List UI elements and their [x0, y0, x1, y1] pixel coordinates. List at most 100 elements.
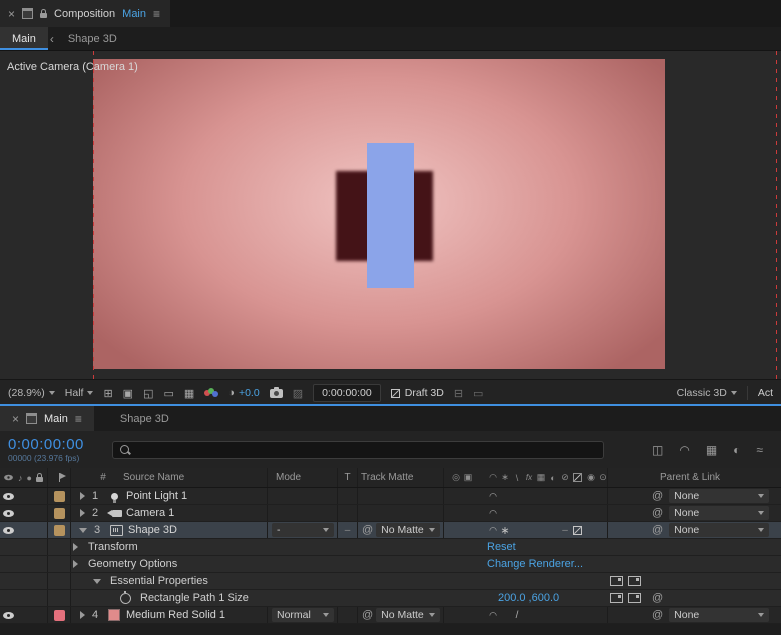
composition-canvas[interactable]	[93, 59, 665, 369]
pickwhip-icon[interactable]	[652, 524, 663, 536]
viewer-tab-main[interactable]: Main	[0, 27, 48, 50]
timecode-field[interactable]: 0:00:00:00	[313, 384, 381, 402]
resolution-dropdown[interactable]: Half	[65, 387, 94, 399]
lock-icon[interactable]	[40, 8, 48, 18]
essential-graphics-icon[interactable]	[628, 576, 641, 586]
essential-graphics-icon[interactable]	[610, 593, 623, 603]
motion-blur-icon[interactable]: ◐	[733, 443, 740, 457]
panel-icon	[26, 413, 38, 424]
frame-blending-icon[interactable]: ▦	[706, 443, 717, 457]
close-icon[interactable]	[12, 412, 19, 426]
view-layout-icon[interactable]: ▭	[163, 387, 173, 400]
composition-panel-tab[interactable]: Composition Main	[0, 0, 171, 27]
column-source-name[interactable]: Source Name	[123, 472, 184, 483]
composition-viewport[interactable]: Active Camera (Camera 1)	[0, 51, 781, 379]
pickwhip-icon[interactable]	[652, 507, 663, 519]
pickwhip-icon[interactable]	[652, 490, 663, 502]
mask-toggle-icon[interactable]: ▣	[123, 387, 133, 400]
label-color[interactable]	[53, 490, 65, 502]
column-track-matte[interactable]: Track Matte	[358, 468, 444, 487]
blend-mode-dropdown[interactable]: Normal	[272, 608, 334, 622]
track-matte-dropdown[interactable]: No Matte	[376, 523, 441, 537]
current-time-display[interactable]: 0:00:00:00	[8, 436, 112, 453]
label-color[interactable]	[53, 524, 65, 536]
tab-scroll-chevron[interactable]	[48, 27, 56, 50]
property-row[interactable]: Geometry Options Change Renderer...	[0, 556, 781, 573]
reset-link[interactable]: Reset	[487, 539, 516, 555]
expand-arrow-icon[interactable]	[73, 543, 78, 551]
adjustment-layer-toggle[interactable]	[559, 522, 571, 538]
region-of-interest-icon[interactable]: ◱	[143, 387, 153, 400]
label-color[interactable]	[53, 609, 65, 621]
pickwhip-icon[interactable]	[652, 592, 663, 604]
collapse-arrow-icon[interactable]	[79, 527, 87, 533]
essential-graphics-icon[interactable]	[610, 576, 623, 586]
draft-3d-button[interactable]: Draft 3D	[390, 387, 444, 399]
pickwhip-icon[interactable]	[652, 609, 663, 621]
search-input[interactable]	[135, 442, 596, 457]
transparency-grid-icon[interactable]: ▦	[184, 387, 194, 400]
matte-pickwhip-icon[interactable]	[362, 609, 373, 621]
layer-row[interactable]: 1 Point Light 1 None	[0, 488, 781, 505]
ground-plane-icon[interactable]: ⊟	[454, 387, 463, 400]
property-row[interactable]: Rectangle Path 1 Size 200.0 , 600.0	[0, 590, 781, 607]
layer-row[interactable]: 4 Medium Red Solid 1 Normal No Matte	[0, 607, 781, 624]
visibility-toggle[interactable]	[3, 492, 14, 500]
size-y-value[interactable]: 600.0	[532, 592, 560, 604]
collapse-transformations-icon[interactable]	[499, 522, 511, 538]
view-dropdown[interactable]: Act	[758, 387, 773, 399]
renderer-dropdown[interactable]: Classic 3D	[677, 387, 737, 399]
graph-editor-icon[interactable]: ≈	[756, 443, 763, 457]
label-color[interactable]	[53, 507, 65, 519]
shy-icon[interactable]	[487, 505, 499, 521]
blend-mode-dropdown[interactable]: -	[272, 523, 334, 537]
essential-graphics-icon[interactable]	[628, 593, 641, 603]
take-snapshot-icon[interactable]	[269, 386, 283, 398]
column-parent-link[interactable]: Parent & Link	[660, 472, 720, 483]
extended-viewer-icon[interactable]: ▭	[473, 387, 483, 400]
panel-menu-icon[interactable]	[75, 412, 82, 426]
shy-layers-icon[interactable]: ◠	[679, 443, 689, 457]
quality-toggle[interactable]	[511, 607, 523, 623]
parent-dropdown[interactable]: None	[669, 489, 770, 503]
parent-dropdown[interactable]: None	[669, 523, 770, 537]
column-mode[interactable]: Mode	[268, 468, 338, 487]
zoom-value: (28.9%)	[8, 387, 45, 399]
track-matte-dropdown[interactable]: No Matte	[376, 608, 441, 622]
layer-search-box[interactable]	[112, 440, 604, 459]
collapse-arrow-icon[interactable]	[93, 578, 101, 584]
layer-row[interactable]: 3 Shape 3D - No Matte	[0, 522, 781, 539]
change-renderer-link[interactable]: Change Renderer...	[487, 556, 583, 572]
exposure-control[interactable]: ◑ +0.0	[228, 387, 259, 399]
visibility-toggle[interactable]	[3, 509, 14, 517]
parent-dropdown[interactable]: None	[669, 608, 770, 622]
matte-pickwhip-icon[interactable]	[362, 524, 373, 536]
timeline-tab-shape3d[interactable]: Shape 3D	[108, 406, 181, 431]
property-row[interactable]: Essential Properties	[0, 573, 781, 590]
stopwatch-icon[interactable]	[120, 590, 131, 604]
size-x-value[interactable]: 200.0	[498, 592, 526, 604]
visibility-toggle[interactable]	[3, 526, 14, 534]
mini-flowchart-icon[interactable]: ◫	[652, 443, 663, 457]
panel-menu-icon[interactable]	[153, 7, 160, 21]
viewer-tab-shape3d[interactable]: Shape 3D	[56, 27, 129, 50]
shape-layer-rectangle[interactable]	[367, 143, 414, 288]
3d-layer-toggle[interactable]	[571, 522, 583, 538]
grid-guides-icon[interactable]: ⊞	[103, 387, 112, 400]
expand-arrow-icon[interactable]	[73, 560, 78, 568]
timeline-tab-main[interactable]: Main	[0, 406, 94, 431]
show-snapshot-icon[interactable]: ▨	[293, 387, 303, 400]
visibility-toggle[interactable]	[3, 611, 14, 619]
parent-dropdown[interactable]: None	[669, 506, 770, 520]
viewer-tab-label: Main	[12, 32, 36, 45]
close-icon[interactable]	[8, 7, 15, 21]
layer-row[interactable]: 2 Camera 1 None	[0, 505, 781, 522]
shy-icon[interactable]	[487, 607, 499, 623]
show-channel-icon[interactable]	[204, 388, 219, 398]
preserve-transparency-toggle[interactable]	[345, 525, 351, 536]
shy-icon[interactable]	[487, 488, 499, 504]
magnification-dropdown[interactable]: (28.9%)	[8, 387, 55, 399]
property-row[interactable]: Transform Reset	[0, 539, 781, 556]
exposure-value[interactable]: +0.0	[239, 387, 260, 399]
shy-icon[interactable]	[487, 522, 499, 538]
